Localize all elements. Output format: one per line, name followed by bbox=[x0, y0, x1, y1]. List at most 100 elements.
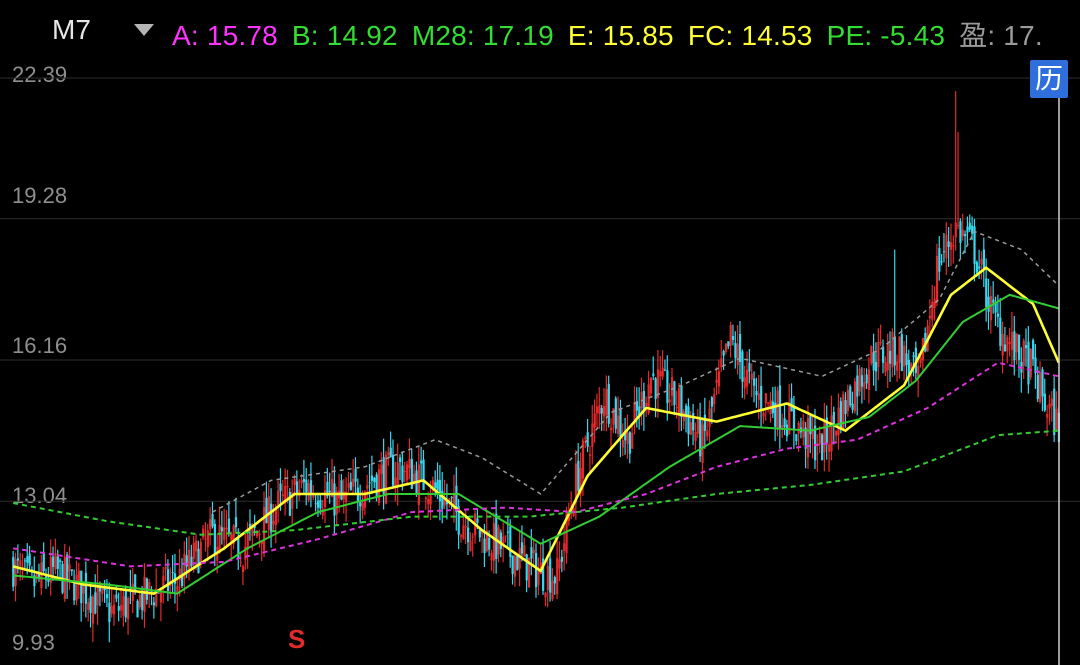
candle-body bbox=[851, 403, 854, 410]
candle-body bbox=[293, 478, 296, 486]
candle-body bbox=[1003, 344, 1007, 352]
candle-body bbox=[476, 518, 479, 523]
candle-body bbox=[223, 527, 226, 541]
candle-body bbox=[678, 387, 681, 416]
candle-body bbox=[70, 569, 73, 571]
candle-body bbox=[617, 415, 620, 434]
candle-body bbox=[957, 225, 960, 227]
candle-body bbox=[933, 299, 936, 309]
candle-body bbox=[867, 369, 871, 391]
candle-body bbox=[28, 553, 31, 566]
candle-body bbox=[406, 464, 409, 481]
candle-body bbox=[459, 535, 463, 537]
candle-body bbox=[832, 412, 835, 425]
candle-body bbox=[724, 343, 728, 352]
candle-body bbox=[516, 555, 519, 571]
candle-body bbox=[152, 602, 156, 606]
candle-body bbox=[675, 407, 678, 409]
candle-body bbox=[263, 507, 266, 551]
candle-body bbox=[778, 385, 782, 429]
candle-body bbox=[218, 525, 221, 553]
candle-body bbox=[148, 581, 151, 590]
candle-body bbox=[961, 229, 964, 237]
candle-body bbox=[450, 496, 453, 499]
candle-body bbox=[277, 490, 280, 506]
candle-body bbox=[185, 555, 188, 567]
candle-body bbox=[523, 545, 526, 557]
candle-body bbox=[741, 351, 744, 382]
candle-body bbox=[621, 439, 624, 448]
candle-body bbox=[166, 569, 170, 592]
candle-body bbox=[863, 382, 866, 389]
candle-body bbox=[551, 580, 554, 600]
candle-body bbox=[938, 248, 941, 272]
candle-body bbox=[73, 582, 76, 601]
candle-body bbox=[396, 462, 399, 486]
candle-body bbox=[413, 473, 416, 482]
candle-body bbox=[380, 464, 383, 474]
candle-body bbox=[511, 555, 514, 575]
candle-body bbox=[509, 526, 512, 557]
candle-body bbox=[661, 367, 664, 377]
candle-body bbox=[434, 482, 437, 489]
candle-body bbox=[546, 566, 549, 591]
candle-body bbox=[124, 591, 127, 618]
candle-body bbox=[715, 379, 718, 384]
candle-body bbox=[206, 530, 209, 548]
candle-body bbox=[942, 251, 946, 253]
candle-body bbox=[91, 596, 95, 624]
history-button[interactable]: 历 bbox=[1030, 60, 1068, 98]
candle-body bbox=[377, 469, 381, 503]
candle-body bbox=[853, 381, 857, 412]
candle-body bbox=[80, 570, 83, 604]
candle-body bbox=[563, 543, 566, 552]
candle-body bbox=[157, 592, 160, 594]
candle-body bbox=[286, 485, 289, 487]
candle-body bbox=[663, 369, 667, 371]
candle-body bbox=[760, 385, 763, 411]
candle-body bbox=[874, 361, 878, 372]
candle-body bbox=[1048, 403, 1051, 409]
candle-body bbox=[391, 454, 395, 486]
candle-body bbox=[912, 355, 915, 357]
candle-body bbox=[537, 570, 540, 585]
candle-body bbox=[436, 479, 439, 491]
candle-body bbox=[544, 592, 547, 598]
candle-body bbox=[19, 560, 22, 567]
candle-body bbox=[860, 375, 864, 387]
candle-body bbox=[387, 452, 390, 456]
candle-body bbox=[1001, 333, 1004, 356]
candle-body bbox=[886, 343, 889, 371]
candle-body bbox=[685, 405, 688, 416]
candle-body bbox=[898, 336, 901, 363]
candle-body bbox=[314, 503, 317, 505]
candle-body bbox=[1032, 340, 1035, 360]
candle-body bbox=[783, 418, 786, 427]
ma-line-green_dashed bbox=[12, 429, 1059, 536]
ma-line-gray_dashed bbox=[212, 230, 1060, 513]
candle-body bbox=[947, 241, 950, 247]
candle-body bbox=[1010, 332, 1014, 350]
candle-body bbox=[462, 525, 465, 540]
candle-body bbox=[535, 552, 538, 588]
candle-body bbox=[982, 249, 986, 269]
candle-body bbox=[504, 535, 507, 537]
candle-body bbox=[849, 386, 852, 406]
candle-body bbox=[117, 606, 120, 611]
candle-body bbox=[729, 325, 732, 346]
candle-body bbox=[230, 534, 233, 541]
candle-body bbox=[347, 483, 350, 488]
candle-body bbox=[680, 385, 683, 418]
candle-body bbox=[272, 520, 275, 525]
candle-body bbox=[1022, 340, 1025, 366]
candle-body bbox=[492, 523, 495, 561]
candle-body bbox=[471, 536, 474, 538]
candle-body bbox=[52, 556, 55, 567]
candle-body bbox=[694, 432, 697, 441]
candle-body bbox=[889, 350, 892, 364]
candle-body bbox=[1055, 408, 1058, 431]
candle-body bbox=[881, 346, 885, 363]
candle-body bbox=[110, 606, 113, 614]
candlestick-chart[interactable] bbox=[0, 0, 1080, 665]
candle-body bbox=[23, 560, 27, 562]
